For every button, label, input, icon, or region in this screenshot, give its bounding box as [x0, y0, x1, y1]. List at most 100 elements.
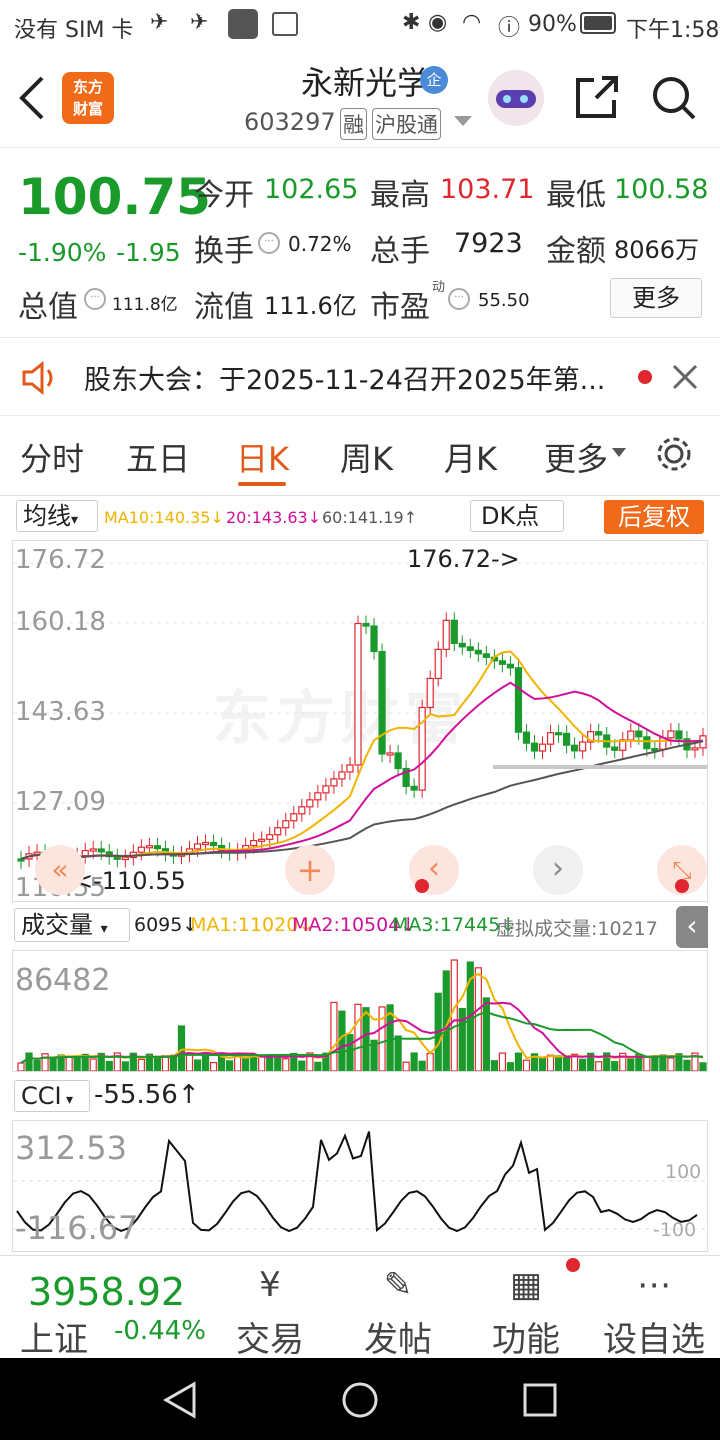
candle-body: [354, 622, 362, 766]
tab-more[interactable]: 更多: [544, 434, 608, 480]
volume-bar: [595, 1061, 603, 1071]
next-icon[interactable]: ›: [533, 845, 583, 895]
volume-bar: [73, 1056, 81, 1071]
ma-line: [20, 681, 704, 860]
unread-dot: [638, 370, 652, 384]
notification-icon-2: ✈︎: [190, 10, 209, 35]
tab-intraday[interactable]: 分时: [20, 434, 84, 480]
candle-body: [201, 841, 210, 846]
chart-tabs: 分时 五日 日K 周K 月K 更多: [0, 416, 720, 496]
candle-body: [595, 731, 603, 736]
turnover-value: 0.72%: [288, 232, 352, 256]
volume-bar: [506, 1062, 515, 1071]
notice-bar[interactable]: 股东大会：于2025-11-24召开2025年第...: [0, 338, 720, 416]
kline-svg: [13, 562, 707, 871]
assistant-avatar[interactable]: [488, 70, 544, 126]
candle-body: [546, 732, 555, 745]
marker-dot: [415, 879, 429, 893]
margin-tag: 融: [340, 108, 367, 140]
status-bar: 没有 SIM 卡 ✈︎ ✈︎ ✱ ◉ ◠ ⓘ 90% 下午1:58: [0, 0, 720, 50]
high-label: 最高: [370, 178, 430, 213]
candle-body: [298, 806, 306, 815]
candle-body: [314, 792, 322, 801]
amount-label: 金额: [546, 234, 606, 269]
volume-selector[interactable]: 成交量 ▾: [14, 908, 130, 942]
high-marker: 176.72->: [407, 545, 520, 573]
tab-monthly-k[interactable]: 月K: [444, 434, 497, 480]
ma10-value: MA10:140.35↓: [104, 508, 224, 527]
nav-recents-icon[interactable]: [522, 1382, 558, 1418]
candle-body: [306, 799, 314, 808]
candle-body: [209, 841, 218, 847]
notice-text: 股东大会：于2025-11-24召开2025年第...: [84, 365, 606, 396]
volume-bar: [458, 1007, 466, 1071]
hidden-dots-icon[interactable]: ···: [448, 288, 470, 310]
candle-body: [458, 642, 466, 648]
candle-body: [137, 846, 145, 853]
kline-ylabel-3: 143.63: [15, 697, 106, 727]
rewind-icon[interactable]: «: [35, 845, 85, 895]
candle-body: [338, 771, 346, 780]
bottom-tab-function[interactable]: ▦ 功能: [462, 1260, 590, 1361]
hidden-dots-icon[interactable]: ···: [258, 232, 280, 254]
chevron-down-icon[interactable]: [454, 116, 472, 128]
volume-bar: [137, 1058, 145, 1071]
tab-five-day[interactable]: 五日: [126, 434, 190, 480]
bottom-tab-trade[interactable]: ¥ 交易: [206, 1260, 334, 1361]
trade-icon: ¥: [259, 1265, 281, 1305]
bottom-tab-post[interactable]: ✎ 发帖: [334, 1260, 462, 1361]
volume-svg: [17, 959, 707, 1071]
index-name[interactable]: 上证: [20, 1312, 88, 1361]
candle-body: [506, 663, 515, 669]
back-arrow-icon[interactable]: [14, 74, 50, 122]
battery-icon: [580, 12, 616, 34]
hidden-dots-icon[interactable]: ···: [84, 288, 106, 310]
kline-chart[interactable]: 东方财富 176.72 160.18 143.63 127.09 110.55 …: [12, 540, 708, 903]
volume-bar: [474, 967, 482, 1071]
pe-label: 市盈: [370, 290, 430, 325]
low-marker: <-110.55: [73, 867, 186, 895]
adjust-button[interactable]: 后复权: [604, 500, 704, 534]
candle-body: [81, 849, 89, 857]
ma20-value: 20:143.63↓: [226, 508, 322, 527]
volume-value: 7923: [454, 228, 523, 259]
share-icon[interactable]: [574, 74, 620, 120]
panel-collapse-icon[interactable]: ‹: [676, 906, 708, 948]
bottom-tab-watchlist[interactable]: ⋯ 设自选: [590, 1260, 718, 1361]
tab-daily-k[interactable]: 日K: [236, 434, 289, 480]
bluetooth-icon: ✱: [402, 10, 421, 35]
company-badge-icon: 企: [420, 66, 448, 94]
float-label: 流值: [194, 290, 254, 325]
candle-body: [450, 619, 458, 644]
volume-bar: [282, 1058, 290, 1071]
candle-body: [121, 856, 129, 861]
zoom-in-icon[interactable]: +: [285, 845, 335, 895]
search-icon[interactable]: [650, 74, 698, 122]
open-value: 102.65: [264, 174, 359, 205]
nav-home-icon[interactable]: [340, 1380, 380, 1420]
candle-body: [89, 848, 97, 852]
bottom-tab-label: 发帖: [364, 1320, 432, 1360]
candle-body: [258, 838, 266, 842]
volume-bar: [17, 1062, 25, 1071]
volume-bar: [418, 1060, 426, 1071]
nav-back-icon[interactable]: [160, 1380, 200, 1420]
ma-selector[interactable]: 均线▾: [16, 500, 98, 532]
eye-icon: ◉: [428, 10, 448, 35]
app-logo[interactable]: 东方 财富: [62, 72, 114, 124]
candle-body: [426, 677, 434, 709]
index-value[interactable]: 3958.92: [28, 1270, 185, 1314]
cci-selector[interactable]: CCI ▾: [14, 1080, 90, 1112]
tab-weekly-k[interactable]: 周K: [340, 434, 393, 480]
close-icon[interactable]: [672, 364, 698, 390]
more-button[interactable]: 更多: [610, 278, 702, 318]
candle-body: [611, 746, 619, 751]
settings-gear-icon[interactable]: [654, 434, 694, 474]
candle-body: [386, 752, 394, 756]
candle-body: [675, 730, 683, 740]
ma-line: [20, 740, 704, 860]
volume-label: 总手: [370, 234, 430, 269]
dk-point-button[interactable]: DK点: [470, 500, 564, 532]
candle-body: [330, 778, 338, 787]
cci-ref-low: -100: [653, 1219, 697, 1241]
